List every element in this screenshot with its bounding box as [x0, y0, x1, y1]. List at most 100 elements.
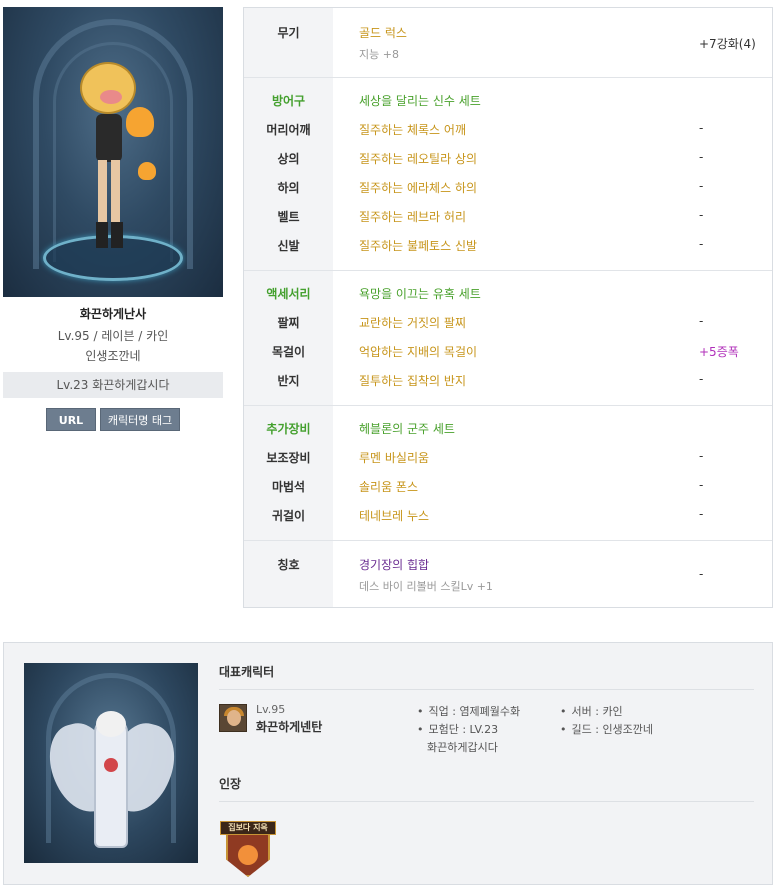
equip-item[interactable]: 솔리움 폰스 — [359, 478, 418, 495]
slot-label-weapon: 무기 — [277, 26, 300, 40]
slot-label: 마법석 — [271, 480, 306, 494]
representative-level: Lv.95 — [256, 703, 286, 716]
equip-row: 팔찌 교란하는 거짓의 팔찌 - — [244, 314, 772, 332]
amplify-value: +5증폭 — [699, 345, 739, 359]
weapon-item[interactable]: 골드 럭스 — [359, 24, 407, 41]
representative-portrait — [24, 663, 198, 863]
emblem-heading: 인장 — [219, 777, 242, 791]
emblem-text: 집보다 지옥 — [220, 821, 276, 835]
slot-label: 상의 — [277, 152, 300, 166]
equip-row: 벨트 질주하는 레브라 허리 - — [244, 208, 772, 226]
equip-row: 하의 질주하는 에라체스 하의 - — [244, 179, 772, 197]
fire-balloon-icon — [126, 107, 154, 137]
equip-value: - — [699, 449, 704, 463]
fire-spirit-icon — [138, 162, 156, 180]
character-name: 화끈하게난사 — [79, 307, 147, 321]
equip-value: - — [699, 478, 704, 492]
avatar-torso — [96, 114, 122, 162]
armor-section: 방어구 세상을 달리는 신수 세트 머리어깨 질주하는 체록스 어깨 - 상의 … — [244, 78, 772, 271]
equip-value: - — [699, 237, 704, 251]
representative-job: 직업 : 염제폐월수화 — [417, 703, 521, 719]
slot-label: 귀걸이 — [271, 509, 306, 523]
title-sub: 데스 바이 리볼버 스킬Lv +1 — [359, 580, 493, 593]
equip-item[interactable]: 질주하는 체록스 어깨 — [359, 121, 466, 138]
title-value: - — [699, 567, 704, 581]
mini-avatar-face — [227, 710, 241, 726]
representative-adventure: 모험단 : LV.23 — [417, 721, 499, 737]
slot-label: 반지 — [277, 374, 300, 388]
equip-row: 귀걸이 테네브레 누스 - — [244, 507, 772, 525]
equip-item[interactable]: 교란하는 거짓의 팔찌 — [359, 314, 466, 331]
equip-item[interactable]: 질주하는 레브라 허리 — [359, 208, 466, 225]
accessory-section: 액세서리 욕망을 이끄는 유혹 세트 팔찌 교란하는 거짓의 팔찌 - 목걸이 … — [244, 271, 772, 406]
equip-value: - — [699, 150, 704, 164]
representative-guild: 길드 : 인생조깐네 — [560, 721, 654, 737]
slot-label: 목걸이 — [271, 345, 306, 359]
representative-name[interactable]: 화끈하게넨탄 — [256, 718, 322, 735]
armor-category: 방어구 — [271, 94, 306, 108]
character-avatar — [78, 62, 156, 252]
avatar-boot-left — [96, 222, 108, 248]
equip-value: - — [699, 179, 704, 193]
emblem-flame — [238, 845, 258, 865]
title-section: 칭호 경기장의 힙합 데스 바이 리볼버 스킬Lv +1 - — [244, 541, 772, 607]
representative-panel: 대표캐릭터 Lv.95 화끈하게넨탄 직업 : 염제폐월수화 모험단 : LV.… — [3, 642, 773, 885]
representative-heading: 대표캐릭터 — [219, 665, 275, 679]
character-meta: Lv.95 / 레이븐 / 카인 — [57, 329, 169, 343]
character-adventure: Lv.23 화끈하게갑시다 — [3, 372, 223, 398]
equip-row: 마법석 솔리움 폰스 - — [244, 478, 772, 496]
equip-item[interactable]: 질주하는 불페토스 신발 — [359, 237, 477, 254]
character-avatar-icon[interactable] — [219, 704, 247, 732]
equip-row: 머리어깨 질주하는 체록스 어깨 - — [244, 121, 772, 139]
slot-label-title: 칭호 — [277, 558, 300, 572]
equip-item[interactable]: 테네브레 누스 — [359, 507, 429, 524]
heart-gem-icon — [104, 758, 118, 772]
avatar-pig-snout — [100, 90, 122, 104]
equip-value: - — [699, 507, 704, 521]
equip-item[interactable]: 질주하는 에라체스 하의 — [359, 179, 477, 196]
equip-row: 반지 질투하는 집착의 반지 - — [244, 372, 772, 390]
url-button[interactable]: URL — [46, 408, 96, 431]
weapon-enhance: +7강화(4) — [699, 37, 756, 51]
equip-row: 보조장비 루멘 바실리움 - — [244, 449, 772, 467]
slot-label: 벨트 — [277, 210, 300, 224]
equip-item[interactable]: 질주하는 레오틸라 상의 — [359, 150, 477, 167]
extra-set-name[interactable]: 헤블론의 군주 세트 — [359, 420, 455, 437]
slot-label: 머리어깨 — [266, 123, 311, 137]
avatar-boot-right — [111, 222, 123, 248]
equip-row: 목걸이 억압하는 지배의 목걸이 +5증폭 — [244, 343, 772, 361]
equip-item[interactable]: 질투하는 집착의 반지 — [359, 372, 466, 389]
slot-label: 신발 — [277, 239, 300, 253]
slot-label: 팔찌 — [277, 316, 300, 330]
divider — [219, 689, 754, 690]
equip-item[interactable]: 루멘 바실리움 — [359, 449, 429, 466]
character-tag-button[interactable]: 캐릭터명 태그 — [100, 408, 180, 431]
avatar-pig-head — [80, 62, 136, 114]
equip-value: - — [699, 208, 704, 222]
slot-label: 하의 — [277, 181, 300, 195]
avatar-hair — [96, 711, 126, 737]
equip-value: - — [699, 372, 704, 386]
slot-label: 보조장비 — [266, 451, 311, 465]
accessory-category: 액세서리 — [266, 287, 311, 301]
representative-avatar — [94, 718, 128, 848]
equip-row: 신발 질주하는 불페토스 신발 - — [244, 237, 772, 255]
equip-value: - — [699, 121, 704, 135]
representative-adventure-name: 화끈하게갑시다 — [427, 741, 498, 754]
armor-set-name[interactable]: 세상을 달리는 신수 세트 — [359, 92, 481, 109]
character-portrait — [3, 7, 223, 297]
extra-category: 추가장비 — [266, 422, 311, 436]
weapon-section: 무기 골드 럭스 지능 +8 +7강화(4) — [244, 8, 772, 78]
representative-server: 서버 : 카인 — [560, 703, 623, 719]
extra-section: 추가장비 헤블론의 군주 세트 보조장비 루멘 바실리움 - 마법석 솔리움 폰… — [244, 406, 772, 541]
equipment-table: 무기 골드 럭스 지능 +8 +7강화(4) 방어구 세상을 달리는 신수 세트… — [243, 7, 773, 608]
character-guild: 인생조깐네 — [85, 349, 141, 363]
divider — [219, 801, 754, 802]
equip-row: 상의 질주하는 레오틸라 상의 - — [244, 150, 772, 168]
weapon-sub: 지능 +8 — [359, 48, 399, 61]
accessory-set-name[interactable]: 욕망을 이끄는 유혹 세트 — [359, 285, 481, 302]
emblem-badge-icon: 집보다 지옥 — [220, 821, 276, 877]
equip-item[interactable]: 억압하는 지배의 목걸이 — [359, 343, 477, 360]
title-item[interactable]: 경기장의 힙합 — [359, 556, 429, 573]
equip-value: - — [699, 314, 704, 328]
